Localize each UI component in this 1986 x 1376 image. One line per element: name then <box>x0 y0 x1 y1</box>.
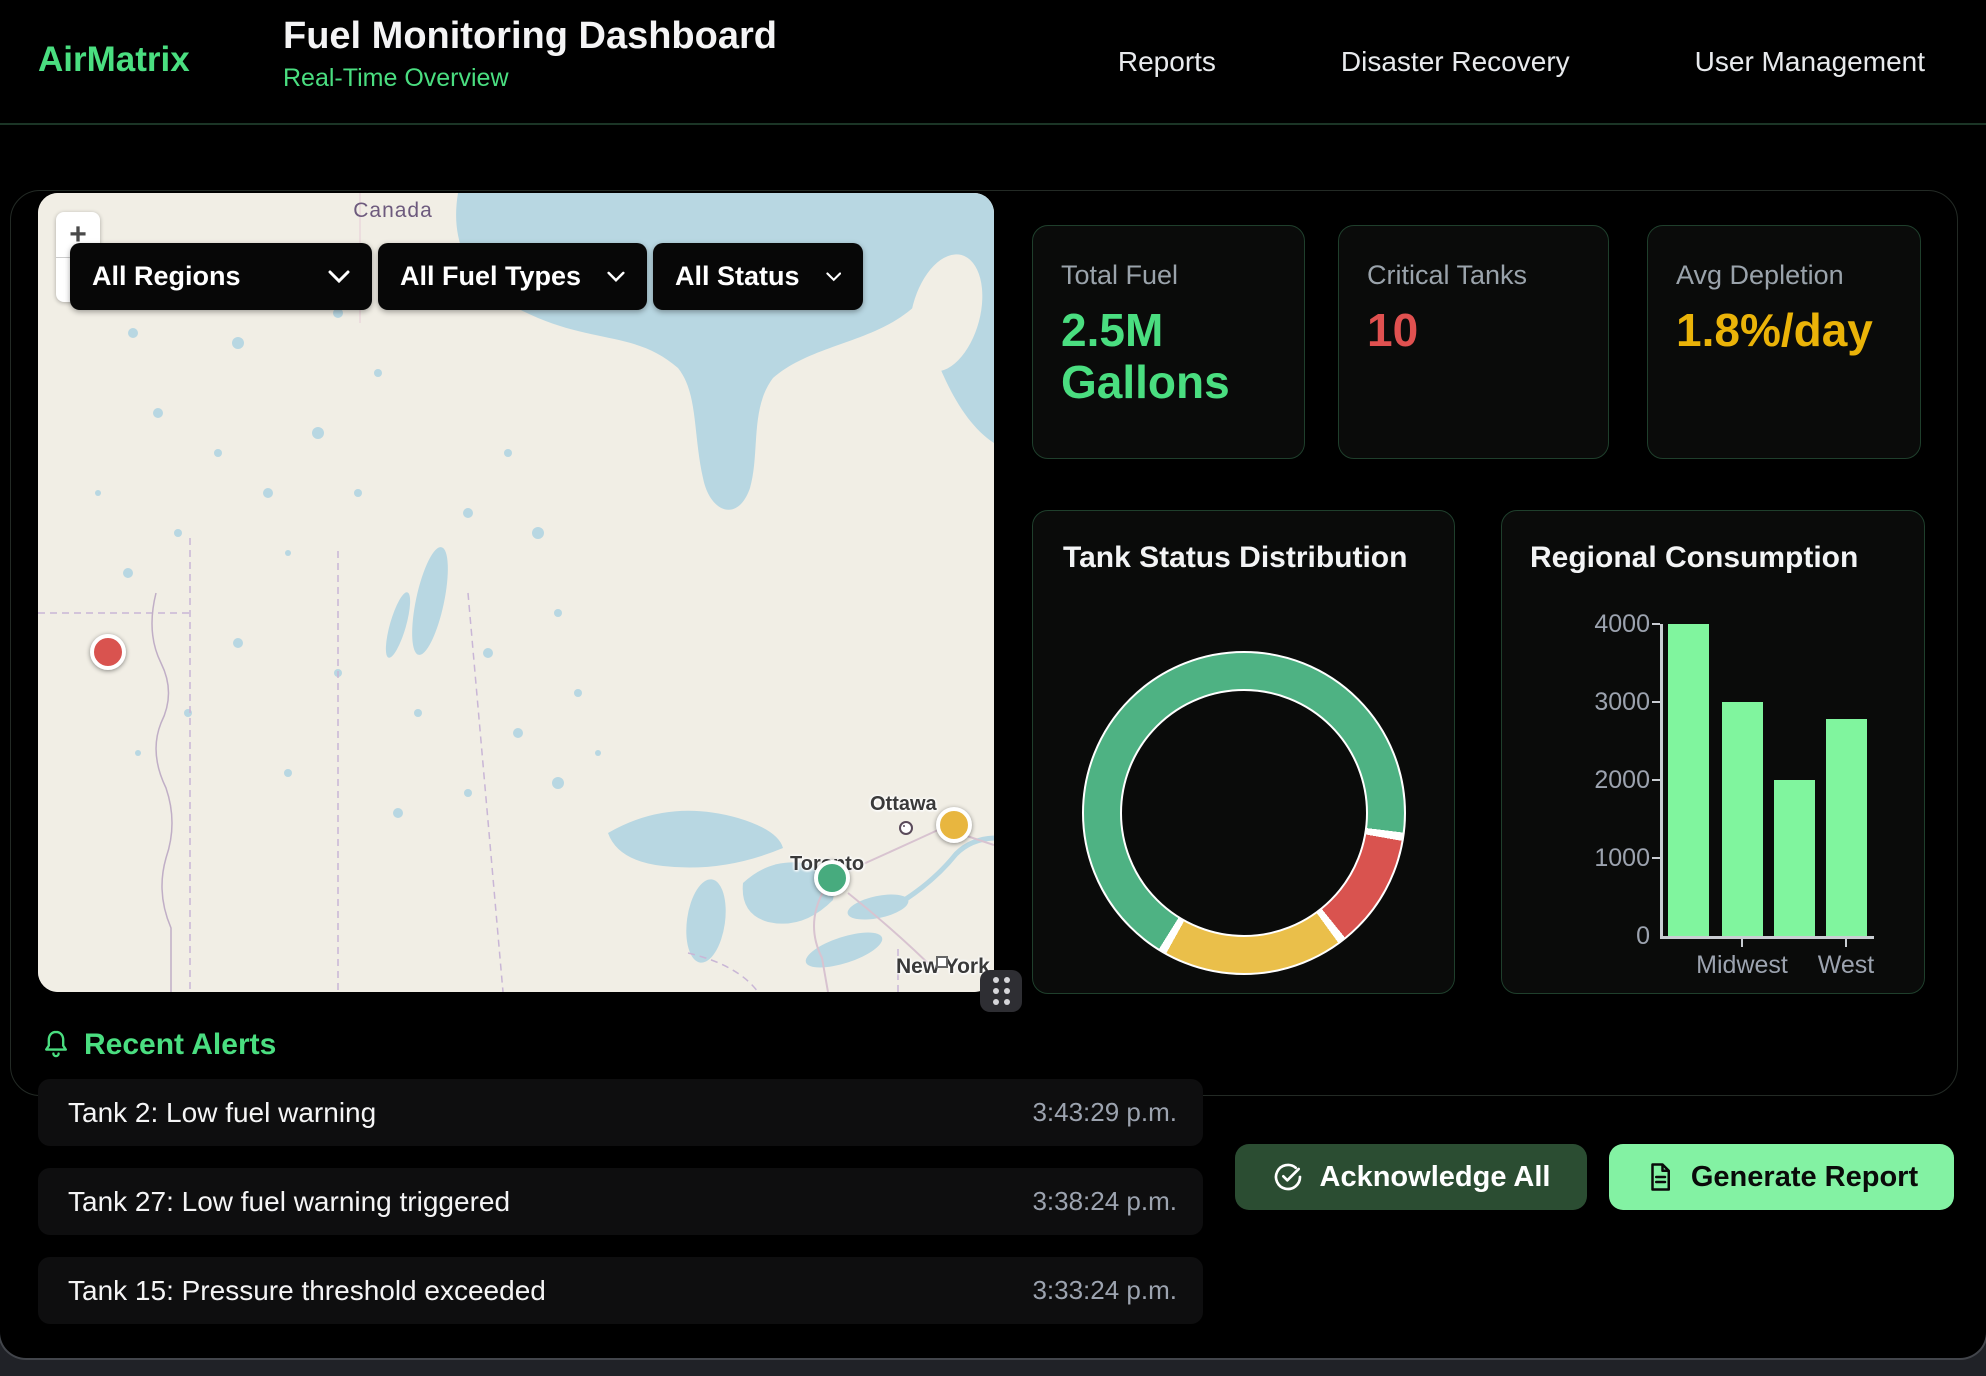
y-tick-mark <box>1652 701 1660 703</box>
region-filter-value: All Regions <box>92 261 241 292</box>
brand-logo: AirMatrix <box>38 40 190 80</box>
donut-hole <box>1120 689 1368 937</box>
stat-label: Critical Tanks <box>1367 260 1580 291</box>
acknowledge-all-button[interactable]: Acknowledge All <box>1235 1144 1587 1210</box>
bar-region-3 <box>1774 780 1815 936</box>
title-block: Fuel Monitoring Dashboard Real-Time Over… <box>283 16 777 93</box>
bar-region-1 <box>1668 624 1709 936</box>
main-nav: Reports Disaster Recovery User Managemen… <box>1118 0 1925 123</box>
region-filter-dropdown[interactable]: All Regions <box>70 243 372 310</box>
stat-card-critical-tanks: Critical Tanks 10 <box>1338 225 1609 459</box>
map-label-ottawa: Ottawa <box>870 793 937 816</box>
y-tick-mark <box>1652 857 1660 859</box>
x-tick-label-midwest: Midwest <box>1682 951 1802 980</box>
stat-label: Total Fuel <box>1061 260 1276 291</box>
donut-chart-title: Tank Status Distribution <box>1063 541 1407 575</box>
x-tick-label-west: West <box>1786 951 1906 980</box>
page-subtitle: Real-Time Overview <box>283 64 777 93</box>
alert-row[interactable]: Tank 2: Low fuel warning 3:43:29 p.m. <box>38 1079 1203 1146</box>
stat-value: 2.5M Gallons <box>1061 305 1276 408</box>
page-title: Fuel Monitoring Dashboard <box>283 16 777 58</box>
generate-report-button[interactable]: Generate Report <box>1609 1144 1954 1210</box>
alert-row[interactable]: Tank 15: Pressure threshold exceeded 3:3… <box>38 1257 1203 1324</box>
stat-value: 10 <box>1367 305 1580 357</box>
fuel-type-filter-value: All Fuel Types <box>400 261 581 292</box>
chevron-down-icon <box>328 270 350 284</box>
generate-report-label: Generate Report <box>1691 1161 1918 1194</box>
acknowledge-all-label: Acknowledge All <box>1320 1161 1551 1194</box>
stat-card-avg-depletion: Avg Depletion 1.8%/day <box>1647 225 1921 459</box>
status-filter-dropdown[interactable]: All Status <box>653 243 863 310</box>
map-filters: All Regions All Fuel Types All Status <box>70 243 863 310</box>
bell-icon <box>40 1028 72 1062</box>
map-label-canada: Canada <box>293 199 493 223</box>
alert-time: 3:38:24 p.m. <box>1032 1186 1177 1217</box>
alert-text: Tank 2: Low fuel warning <box>68 1097 376 1129</box>
y-tick-label: 1000 <box>1530 844 1650 873</box>
stat-value: 1.8%/day <box>1676 305 1892 357</box>
alert-row[interactable]: Tank 27: Low fuel warning triggered 3:38… <box>38 1168 1203 1235</box>
alert-text: Tank 27: Low fuel warning triggered <box>68 1186 510 1218</box>
tank-marker-warning[interactable] <box>936 807 972 843</box>
chevron-down-icon <box>607 270 625 284</box>
map-panel[interactable]: Canada Ottawa Toronto New York + − All R… <box>38 193 994 992</box>
nav-user-management[interactable]: User Management <box>1695 46 1925 78</box>
tank-status-distribution-card: Tank Status Distribution <box>1032 510 1455 994</box>
app-window: AirMatrix Fuel Monitoring Dashboard Real… <box>0 0 1986 1358</box>
new-york-town-icon <box>936 956 948 968</box>
check-circle-icon <box>1272 1161 1304 1193</box>
chevron-down-icon <box>826 270 841 284</box>
nav-disaster-recovery[interactable]: Disaster Recovery <box>1341 46 1570 78</box>
y-tick-label: 0 <box>1530 922 1650 951</box>
y-axis-line <box>1660 624 1663 939</box>
status-filter-value: All Status <box>675 261 800 292</box>
x-axis-line <box>1660 936 1874 939</box>
regional-consumption-card: Regional Consumption 4000 3000 2000 1000… <box>1501 510 1925 994</box>
y-tick-mark <box>1652 623 1660 625</box>
alert-time: 3:33:24 p.m. <box>1032 1275 1177 1306</box>
resize-grip-icon[interactable] <box>980 970 1022 1012</box>
stat-card-total-fuel: Total Fuel 2.5M Gallons <box>1032 225 1305 459</box>
bar-region-4 <box>1826 719 1867 936</box>
x-tick-mark <box>1741 939 1743 947</box>
x-tick-mark <box>1845 939 1847 947</box>
y-tick-mark <box>1652 779 1660 781</box>
tank-marker-normal[interactable] <box>814 860 850 896</box>
y-tick-label: 2000 <box>1530 766 1650 795</box>
alert-time: 3:43:29 p.m. <box>1032 1097 1177 1128</box>
document-icon <box>1645 1162 1675 1192</box>
fuel-type-filter-dropdown[interactable]: All Fuel Types <box>378 243 647 310</box>
recent-alerts-title: Recent Alerts <box>84 1028 276 1062</box>
alert-text: Tank 15: Pressure threshold exceeded <box>68 1275 546 1307</box>
stat-label: Avg Depletion <box>1676 260 1892 291</box>
bar-region-2 <box>1722 702 1763 936</box>
ottawa-town-icon <box>899 821 913 835</box>
tank-marker-critical[interactable] <box>90 634 126 670</box>
y-tick-label: 4000 <box>1530 610 1650 639</box>
header: AirMatrix Fuel Monitoring Dashboard Real… <box>0 0 1986 125</box>
bar-chart-title: Regional Consumption <box>1530 541 1858 575</box>
nav-reports[interactable]: Reports <box>1118 46 1216 78</box>
y-tick-label: 3000 <box>1530 688 1650 717</box>
